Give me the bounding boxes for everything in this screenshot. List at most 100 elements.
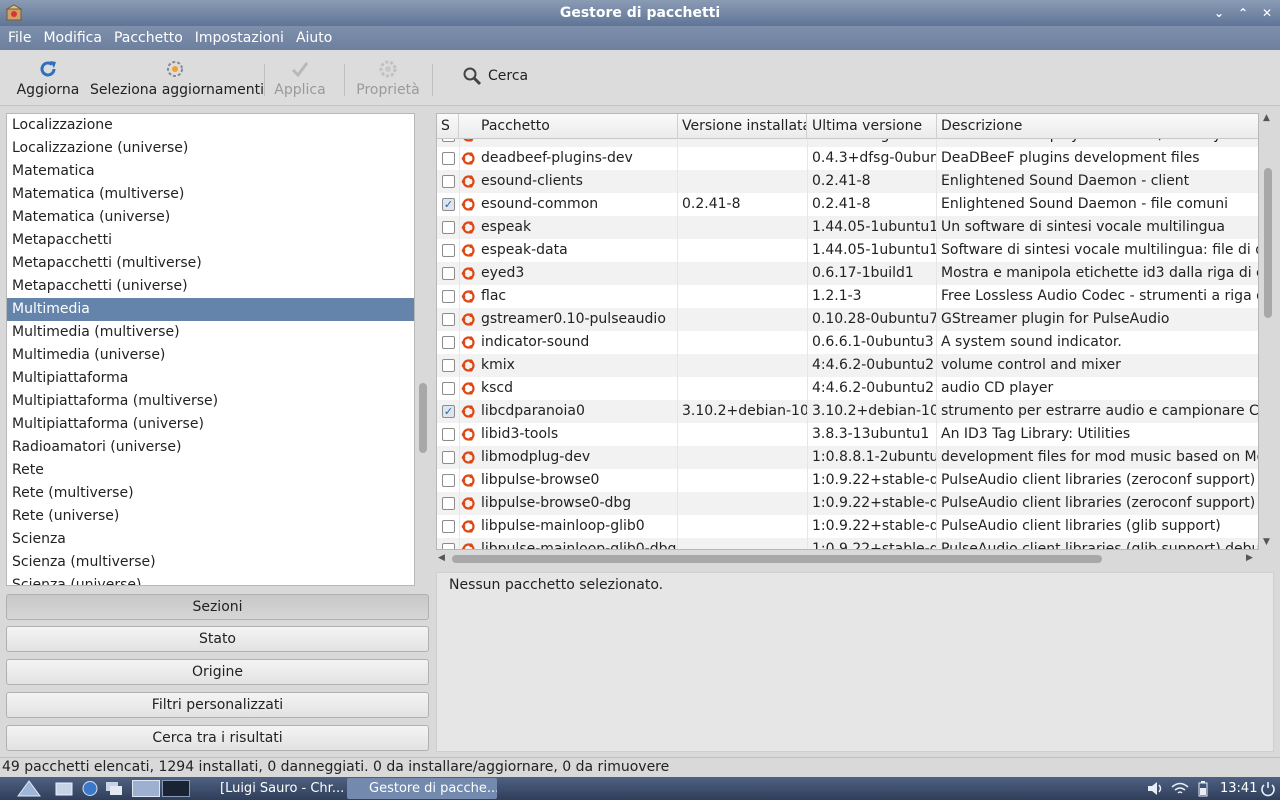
table-row[interactable]: libpulse-mainloop-glib0 1:0.9.22+stable-q… bbox=[437, 515, 1258, 538]
column-description[interactable]: Descrizione bbox=[937, 114, 1258, 139]
table-row[interactable]: deadbeef-plugins-dev 0.4.3+dfsg-0ubuntu De… bbox=[437, 147, 1258, 170]
scroll-down-icon[interactable]: ▼ bbox=[1263, 537, 1270, 547]
table-row[interactable]: kscd 4:4.6.2-0ubuntu2 audio CD player bbox=[437, 377, 1258, 400]
package-checkbox[interactable] bbox=[442, 382, 455, 395]
package-checkbox[interactable] bbox=[442, 290, 455, 303]
taskbar-task-package-manager[interactable]: Gestore di pacche... bbox=[347, 778, 497, 799]
menu-file[interactable]: File bbox=[2, 26, 37, 50]
section-list-scrollbar[interactable] bbox=[418, 113, 428, 586]
section-item[interactable]: Metapacchetti (multiverse) bbox=[7, 252, 414, 275]
table-row[interactable]: gstreamer0.10-pulseaudio 0.10.28-0ubuntu7… bbox=[437, 308, 1258, 331]
close-icon[interactable]: ✕ bbox=[1258, 4, 1276, 22]
table-row[interactable]: kmix 4:4.6.2-0ubuntu2 volume control and m… bbox=[437, 354, 1258, 377]
package-checkbox[interactable]: ✓ bbox=[442, 198, 455, 211]
filter-custom-button[interactable]: Filtri personalizzati bbox=[6, 692, 429, 718]
section-item[interactable]: Matematica (multiverse) bbox=[7, 183, 414, 206]
scrollbar-thumb[interactable] bbox=[1264, 168, 1272, 318]
power-icon[interactable] bbox=[1260, 780, 1276, 797]
filter-origin-button[interactable]: Origine bbox=[6, 659, 429, 685]
package-checkbox[interactable] bbox=[442, 336, 455, 349]
section-item[interactable]: Localizzazione bbox=[7, 114, 414, 137]
filter-status-button[interactable]: Stato bbox=[6, 626, 429, 652]
package-checkbox[interactable] bbox=[442, 428, 455, 441]
table-row[interactable]: espeak-data 1.44.05-1ubuntu1 Software di s… bbox=[437, 239, 1258, 262]
table-row[interactable]: esound-clients 0.2.41-8 Enlightened Sound … bbox=[437, 170, 1258, 193]
package-checkbox[interactable] bbox=[442, 139, 455, 142]
column-status[interactable]: S bbox=[437, 114, 459, 139]
browser-launcher-icon[interactable] bbox=[80, 779, 100, 798]
menu-settings[interactable]: Impostazioni bbox=[189, 26, 290, 50]
window-switch-icon[interactable] bbox=[104, 779, 124, 798]
filter-sections-button[interactable]: Sezioni bbox=[6, 594, 429, 620]
minimize-icon[interactable]: ⌄ bbox=[1210, 4, 1228, 22]
section-item[interactable]: Scienza (universe) bbox=[7, 574, 414, 585]
search-button[interactable]: Cerca bbox=[462, 66, 528, 86]
package-checkbox[interactable]: ✓ bbox=[442, 405, 455, 418]
section-item[interactable]: Multimedia (universe) bbox=[7, 344, 414, 367]
section-item[interactable]: Multimedia (multiverse) bbox=[7, 321, 414, 344]
section-item[interactable]: Scienza (multiverse) bbox=[7, 551, 414, 574]
package-checkbox[interactable] bbox=[442, 267, 455, 280]
column-installed-version[interactable]: Versione installata bbox=[678, 114, 807, 139]
table-row[interactable]: ✓ esound-common 0.2.41-8 0.2.41-8 Enlightene… bbox=[437, 193, 1258, 216]
package-checkbox[interactable] bbox=[442, 175, 455, 188]
start-menu-icon[interactable] bbox=[14, 779, 44, 798]
package-table-vscrollbar[interactable]: ▲ ▼ bbox=[1262, 113, 1274, 550]
wifi-icon[interactable] bbox=[1170, 780, 1190, 797]
column-latest-version[interactable]: Ultima versione bbox=[808, 114, 937, 139]
properties-button[interactable]: Proprietà bbox=[352, 54, 424, 104]
maximize-icon[interactable]: ⌃ bbox=[1234, 4, 1252, 22]
section-item[interactable]: Metapacchetti (universe) bbox=[7, 275, 414, 298]
package-checkbox[interactable] bbox=[442, 520, 455, 533]
package-checkbox[interactable] bbox=[442, 152, 455, 165]
table-row[interactable]: ✓ libcdparanoia0 3.10.2+debian-10 3.10.2+de… bbox=[437, 400, 1258, 423]
table-row[interactable]: eyed3 0.6.17-1build1 Mostra e manipola eti… bbox=[437, 262, 1258, 285]
table-row[interactable]: libpulse-mainloop-glib0-dbg 1:0.9.22+stab… bbox=[437, 538, 1258, 549]
package-checkbox[interactable] bbox=[442, 497, 455, 510]
reload-button[interactable]: Aggiorna bbox=[14, 54, 82, 104]
package-checkbox[interactable] bbox=[442, 359, 455, 372]
section-item[interactable]: Matematica bbox=[7, 160, 414, 183]
scrollbar-thumb[interactable] bbox=[419, 383, 427, 453]
section-item[interactable]: Scienza bbox=[7, 528, 414, 551]
table-row[interactable]: deadbeef 0.4.3+dfsg-0ubuntuultimate music… bbox=[437, 139, 1258, 147]
table-row[interactable]: flac 1.2.1-3 Free Lossless Audio Codec - s… bbox=[437, 285, 1258, 308]
section-item[interactable]: Rete (multiverse) bbox=[7, 482, 414, 505]
package-checkbox[interactable] bbox=[442, 221, 455, 234]
battery-icon[interactable] bbox=[1196, 780, 1210, 797]
scroll-left-icon[interactable]: ◀ bbox=[438, 553, 445, 563]
package-checkbox[interactable] bbox=[442, 543, 455, 549]
scroll-right-icon[interactable]: ▶ bbox=[1246, 553, 1253, 563]
column-package[interactable]: Pacchetto bbox=[477, 114, 678, 139]
menu-help[interactable]: Aiuto bbox=[290, 26, 338, 50]
section-item[interactable]: Rete (universe) bbox=[7, 505, 414, 528]
workspace-1[interactable] bbox=[132, 780, 160, 797]
section-item[interactable]: Localizzazione (universe) bbox=[7, 137, 414, 160]
table-row[interactable]: libid3-tools 3.8.3-13ubuntu1 An ID3 Tag Li… bbox=[437, 423, 1258, 446]
menu-edit[interactable]: Modifica bbox=[37, 26, 108, 50]
package-checkbox[interactable] bbox=[442, 313, 455, 326]
file-manager-icon[interactable] bbox=[54, 779, 74, 798]
table-row[interactable]: indicator-sound 0.6.6.1-0ubuntu3 A system … bbox=[437, 331, 1258, 354]
section-item[interactable]: Radioamatori (universe) bbox=[7, 436, 414, 459]
package-checkbox[interactable] bbox=[442, 451, 455, 464]
table-row[interactable]: espeak 1.44.05-1ubuntu1 Un software di sin… bbox=[437, 216, 1258, 239]
menu-package[interactable]: Pacchetto bbox=[108, 26, 189, 50]
taskbar-task-browser[interactable]: [Luigi Sauro - Chr... bbox=[198, 778, 343, 799]
section-item[interactable]: Matematica (universe) bbox=[7, 206, 414, 229]
apply-button[interactable]: Applica bbox=[270, 54, 330, 104]
section-item[interactable]: Metapacchetti bbox=[7, 229, 414, 252]
package-checkbox[interactable] bbox=[442, 474, 455, 487]
filter-search-results-button[interactable]: Cerca tra i risultati bbox=[6, 725, 429, 751]
package-table-hscrollbar[interactable]: ◀ ▶ bbox=[436, 553, 1259, 565]
section-item[interactable]: Multipiattaforma (universe) bbox=[7, 413, 414, 436]
mark-upgrades-button[interactable]: Seleziona aggiornamenti bbox=[90, 54, 264, 104]
section-item[interactable]: Rete bbox=[7, 459, 414, 482]
section-item[interactable]: Multipiattaforma (multiverse) bbox=[7, 390, 414, 413]
package-checkbox[interactable] bbox=[442, 244, 455, 257]
section-item[interactable]: Multipiattaforma bbox=[7, 367, 414, 390]
scrollbar-thumb[interactable] bbox=[452, 555, 1102, 563]
scroll-up-icon[interactable]: ▲ bbox=[1263, 113, 1270, 123]
section-item[interactable]: Multimedia bbox=[7, 298, 414, 321]
table-row[interactable]: libmodplug-dev 1:0.8.8.1-2ubuntu0.1 develo… bbox=[437, 446, 1258, 469]
